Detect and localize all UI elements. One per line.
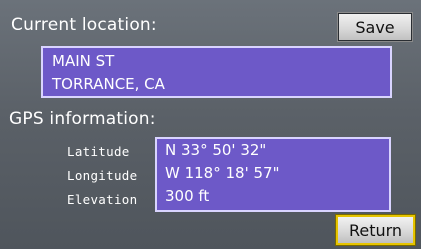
current-location-box: MAIN ST TORRANCE, CA <box>41 46 392 98</box>
elevation-label: Elevation <box>67 192 138 207</box>
elevation-value: 300 ft <box>165 187 210 205</box>
gps-information-heading: GPS information: <box>9 109 156 129</box>
save-button[interactable]: Save <box>337 12 413 42</box>
location-street: MAIN ST <box>52 52 115 70</box>
gps-values-box: N 33° 50' 32" W 118° 18' 57" 300 ft <box>155 137 391 212</box>
latitude-value: N 33° 50' 32" <box>165 141 267 159</box>
latitude-label: Latitude <box>67 144 130 159</box>
current-location-heading: Current location: <box>11 15 157 35</box>
return-button[interactable]: Return <box>336 215 415 245</box>
location-info-screen: Current location: Save MAIN ST TORRANCE,… <box>0 0 421 249</box>
longitude-label: Longitude <box>67 168 138 183</box>
longitude-value: W 118° 18' 57" <box>165 164 280 182</box>
location-city-state: TORRANCE, CA <box>52 75 165 93</box>
gps-field-labels: Latitude Longitude Elevation <box>67 140 137 212</box>
